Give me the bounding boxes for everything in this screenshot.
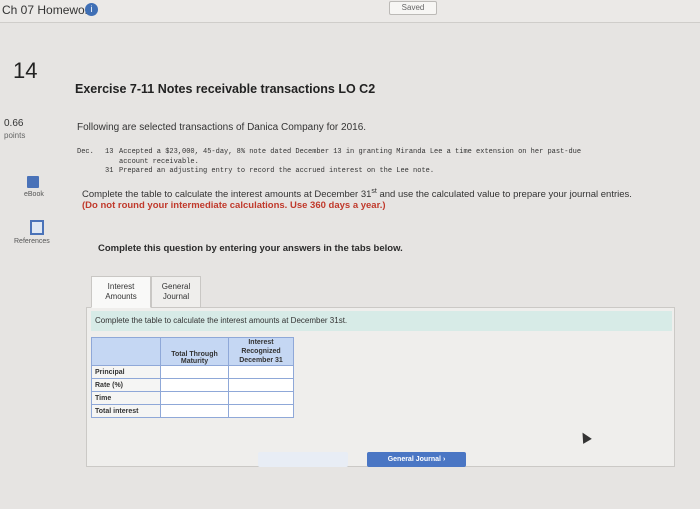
transactions-list: Dec. 13 Accepted a $23,000, 45-day, 8% n… xyxy=(77,148,697,177)
ebook-icon[interactable] xyxy=(27,176,39,188)
tab-interest-amounts[interactable]: Interest Amounts xyxy=(91,276,151,308)
next-tab-button[interactable]: General Journal › xyxy=(367,452,466,467)
left-rail xyxy=(0,23,62,509)
transaction-month: Dec. xyxy=(77,148,94,156)
row-label: Total interest xyxy=(91,404,161,418)
cell-input[interactable] xyxy=(160,365,229,379)
header-interest-recognized: Interest Recognized December 31 xyxy=(228,337,294,366)
table-instruction: Complete the table to calculate the inte… xyxy=(91,311,672,331)
header-total-through-maturity: Total Through Maturity xyxy=(160,337,229,366)
question-score: 0.66 xyxy=(4,118,24,129)
info-icon[interactable]: i xyxy=(85,3,98,16)
cell-input[interactable] xyxy=(228,391,294,405)
rounding-note: (Do not round your intermediate calculat… xyxy=(82,200,386,211)
table-row: Rate (%) xyxy=(91,378,294,392)
question-number: 14 xyxy=(13,58,38,83)
transaction-text: Prepared an adjusting entry to record th… xyxy=(119,167,435,175)
cell-input[interactable] xyxy=(160,404,229,418)
ebook-link[interactable]: eBook xyxy=(24,191,44,198)
table-row: Principal xyxy=(91,365,294,379)
points-label: points xyxy=(4,131,26,140)
table-header-row: Total Through Maturity Interest Recognize… xyxy=(91,337,294,366)
instruction-text: Complete the table to calculate the inte… xyxy=(82,188,632,201)
top-bar: Ch 07 Homework i Saved xyxy=(0,0,700,23)
saved-status-badge: Saved xyxy=(389,1,437,15)
assignment-title: Ch 07 Homework xyxy=(2,3,95,17)
tab-general-journal[interactable]: General Journal xyxy=(151,276,201,308)
cell-input[interactable] xyxy=(228,404,294,418)
table-row: Time xyxy=(91,391,294,405)
row-label: Time xyxy=(91,391,161,405)
transaction-row: 31 Prepared an adjusting entry to record… xyxy=(77,167,697,177)
references-link[interactable]: References xyxy=(14,238,50,245)
interest-table: Total Through Maturity Interest Recognize… xyxy=(91,337,294,418)
row-label: Principal xyxy=(91,365,161,379)
cell-input[interactable] xyxy=(228,365,294,379)
transaction-row: Dec. 13 Accepted a $23,000, 45-day, 8% n… xyxy=(77,148,697,158)
transaction-row: account receivable. xyxy=(77,158,697,168)
previous-tab-button[interactable] xyxy=(258,452,348,467)
transaction-text: account receivable. xyxy=(119,157,199,166)
tabs-instruction: Complete this question by entering your … xyxy=(98,243,403,254)
cell-input[interactable] xyxy=(160,391,229,405)
row-label: Rate (%) xyxy=(91,378,161,392)
exercise-intro: Following are selected transactions of D… xyxy=(77,122,367,133)
cell-input[interactable] xyxy=(160,378,229,392)
cell-input[interactable] xyxy=(228,378,294,392)
references-icon[interactable] xyxy=(30,220,44,235)
transaction-day: 31 xyxy=(105,167,114,175)
chevron-right-icon: › xyxy=(442,456,446,463)
transaction-day: 13 xyxy=(105,148,114,156)
table-row: Total interest xyxy=(91,404,294,418)
exercise-title: Exercise 7-11 Notes receivable transacti… xyxy=(75,82,376,96)
transaction-text: Accepted a $23,000, 45-day, 8% note date… xyxy=(119,148,582,156)
